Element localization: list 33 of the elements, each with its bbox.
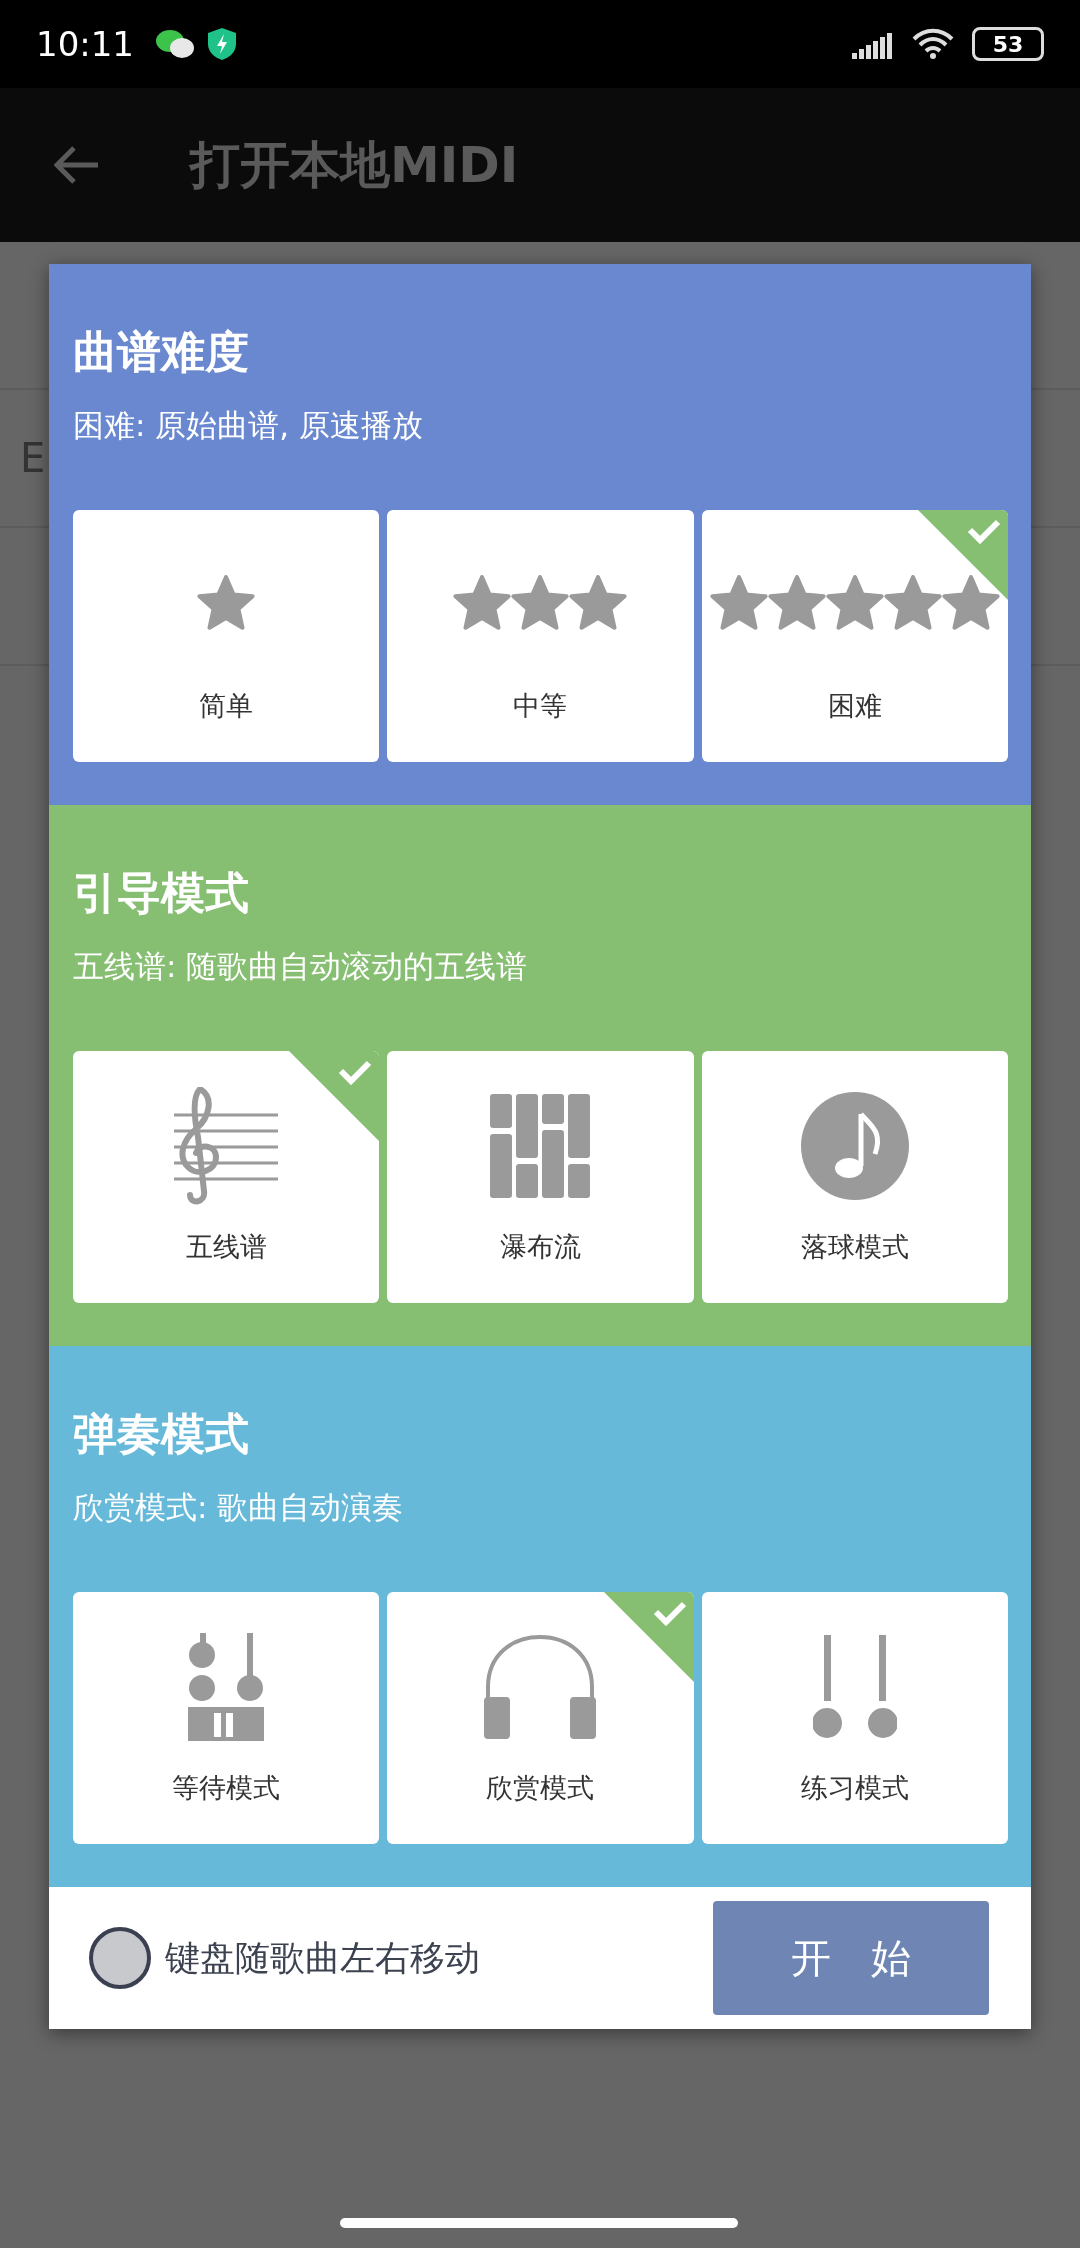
- section-title: 弹奏模式: [73, 1408, 250, 1460]
- option-card[interactable]: 等待模式: [73, 1592, 380, 1844]
- option-card[interactable]: 瀑布流: [387, 1051, 694, 1303]
- music-note-icon: [800, 1092, 909, 1200]
- headphones-icon: [484, 1635, 597, 1739]
- option-card[interactable]: 简单: [73, 510, 380, 762]
- section-title: 曲谱难度: [73, 326, 250, 378]
- page-title: 打开本地MIDI: [190, 134, 519, 196]
- option-card[interactable]: 困难: [701, 510, 1008, 762]
- option-card[interactable]: 中等: [387, 510, 694, 762]
- treble-clef-staff-icon: [174, 1087, 279, 1205]
- status-time: 10:11: [36, 24, 134, 64]
- chat-bubbles-icon: [156, 29, 194, 59]
- start-button[interactable]: 开 始: [713, 1901, 989, 2015]
- section-description: 困难: 原始曲谱, 原速播放: [73, 406, 424, 445]
- wifi-icon: [912, 28, 954, 60]
- toggle-label: 键盘随歌曲左右移动: [165, 1936, 480, 1980]
- section-description: 欣赏模式: 歌曲自动演奏: [73, 1488, 405, 1527]
- option-card[interactable]: 五线谱: [73, 1051, 380, 1303]
- back-arrow-icon[interactable]: [54, 145, 100, 185]
- abacus-icon: [188, 1633, 265, 1741]
- option-card[interactable]: 练习模式: [701, 1592, 1008, 1844]
- section-title: 引导模式: [73, 867, 250, 919]
- option-card[interactable]: 落球模式: [701, 1051, 1008, 1303]
- battery-indicator: 53: [972, 27, 1044, 61]
- option-card[interactable]: 欣赏模式: [387, 1592, 694, 1844]
- check-corner-icon: [289, 1051, 380, 1141]
- two-keys-icon: [812, 1635, 897, 1739]
- section-description: 五线谱: 随歌曲自动滚动的五线谱: [73, 947, 529, 986]
- check-corner-icon: [603, 1592, 694, 1682]
- check-corner-icon: [918, 510, 1008, 600]
- shield-icon: [208, 28, 236, 60]
- bars-icon: [490, 1094, 591, 1198]
